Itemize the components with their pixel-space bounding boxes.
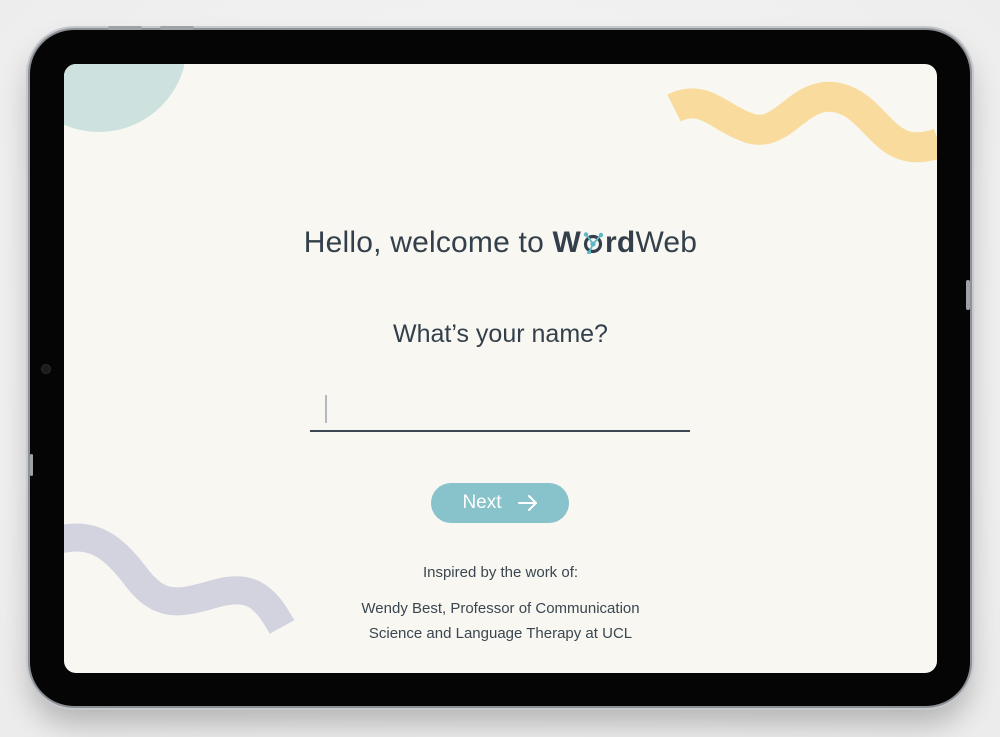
wordweb-logo: W rdWeb [553, 226, 698, 259]
logo-network-o-icon [582, 228, 604, 255]
name-question: What’s your name? [393, 320, 608, 348]
logo-word-part-1: W [552, 226, 582, 259]
welcome-text: Hello, welcome to [303, 226, 544, 259]
logo-web-part: Web [635, 226, 698, 259]
teal-circle-decoration [64, 64, 184, 132]
app-screen: Hello, welcome to W rdWeb What’s your na… [64, 64, 937, 673]
welcome-heading: Hello, welcome to W rdWeb [64, 226, 937, 260]
credit-line-1: Wendy Best, Professor of Communication [361, 600, 640, 617]
side-button [966, 280, 970, 310]
next-button[interactable]: Next [431, 483, 569, 523]
credit-lead: Inspired by the work of: [422, 564, 579, 581]
logo-word-part-2: rd [605, 226, 636, 259]
front-camera [41, 364, 51, 374]
text-caret [325, 395, 327, 423]
name-field-container [310, 382, 690, 432]
next-button-label: Next [462, 492, 502, 513]
credit-line-2: Science and Language Therapy at UCL [368, 625, 633, 642]
side-button-left [30, 454, 33, 476]
name-input[interactable] [310, 382, 690, 430]
arrow-right-icon [517, 494, 538, 512]
yellow-wave-decoration [667, 81, 937, 163]
volume-button-top [108, 26, 142, 30]
volume-button-top-2 [160, 26, 194, 30]
